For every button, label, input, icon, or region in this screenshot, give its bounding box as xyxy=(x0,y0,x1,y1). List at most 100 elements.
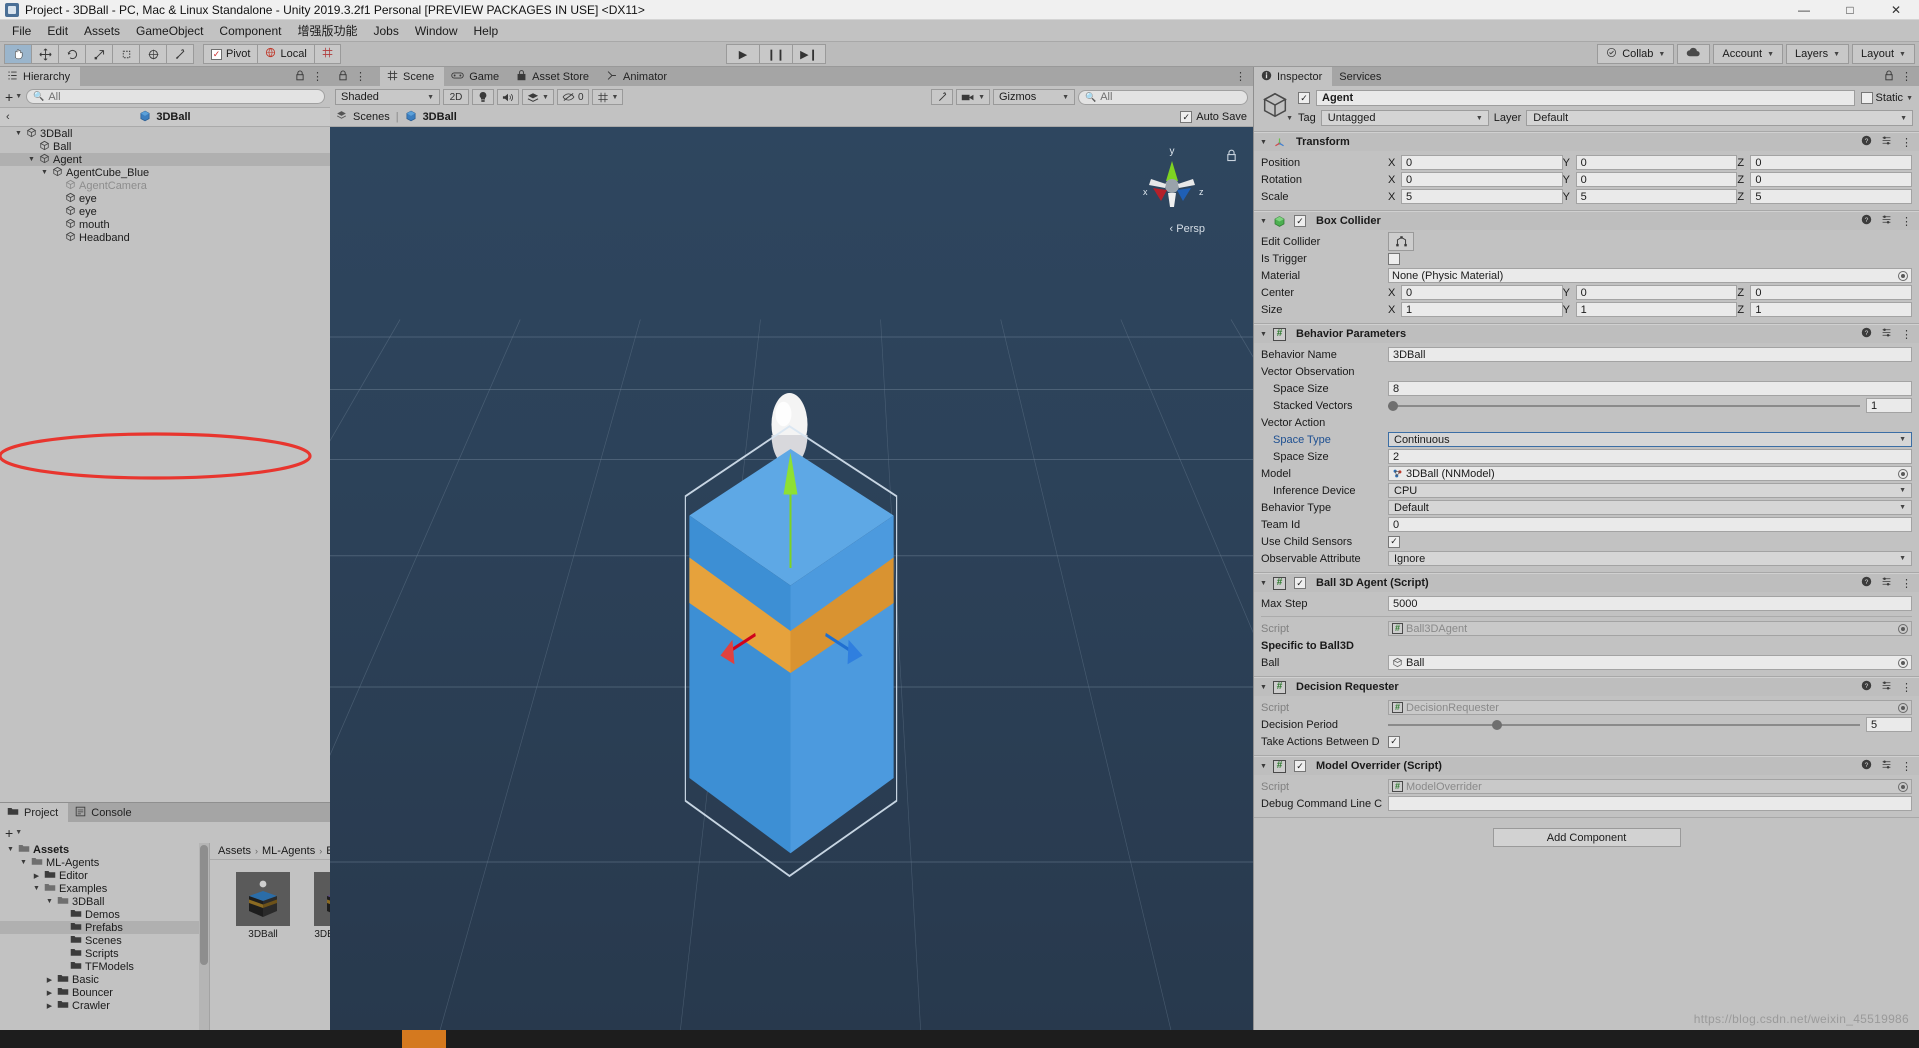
text-input[interactable]: 0 xyxy=(1388,517,1912,532)
expand-arrow-icon[interactable]: ▼ xyxy=(40,169,49,176)
hierarchy-item-mouth[interactable]: ▶mouth xyxy=(0,218,330,231)
help-icon[interactable]: ? xyxy=(1861,759,1872,773)
expand-arrow-icon[interactable]: ▶ xyxy=(45,976,54,984)
vector-input-x[interactable]: 0 xyxy=(1401,172,1563,187)
vector-input-z[interactable]: 1 xyxy=(1750,302,1912,317)
inspector-menu-icon[interactable]: ⋮ xyxy=(1901,70,1912,83)
project-folder-ml-agents[interactable]: ▼ML-Agents xyxy=(0,856,209,869)
text-input[interactable] xyxy=(1388,796,1912,811)
project-folder-demos[interactable]: ▶Demos xyxy=(0,908,209,921)
scene-lighting-button[interactable] xyxy=(472,89,494,105)
component-header[interactable]: ▼✓Box Collider?⋮ xyxy=(1254,211,1919,230)
pause-button[interactable]: ❙❙ xyxy=(759,44,793,64)
menu-window[interactable]: Window xyxy=(407,22,466,40)
vector-input-y[interactable]: 1 xyxy=(1576,302,1738,317)
project-folder-tfmodels[interactable]: ▶TFModels xyxy=(0,960,209,973)
scene-viewport[interactable]: y x z ‹ Persp xyxy=(330,127,1253,1030)
field-checkbox[interactable]: ✓ xyxy=(1388,536,1400,548)
scenes-label[interactable]: Scenes xyxy=(353,111,390,123)
edit-collider-button[interactable] xyxy=(1388,232,1414,251)
expand-arrow-icon[interactable]: ▼ xyxy=(27,156,36,163)
project-folder-scripts[interactable]: ▶Scripts xyxy=(0,947,209,960)
slider-field[interactable]: 1 xyxy=(1388,398,1912,413)
dropdown-field[interactable]: Ignore▼ xyxy=(1388,551,1912,566)
dropdown-field[interactable]: Default▼ xyxy=(1388,500,1912,515)
layer-dropdown[interactable]: Default ▼ xyxy=(1526,110,1913,126)
lock-icon[interactable] xyxy=(295,70,305,84)
expand-arrow-icon[interactable]: ▼ xyxy=(14,130,23,137)
tab-project[interactable]: Project xyxy=(0,803,68,822)
component-menu-icon[interactable]: ⋮ xyxy=(1901,681,1912,694)
tab-hierarchy[interactable]: Hierarchy xyxy=(0,67,80,86)
menu-enhanced[interactable]: 增强版功能 xyxy=(289,20,365,41)
static-toggle[interactable]: Static ▼ xyxy=(1861,92,1913,104)
hierarchy-item-3dball[interactable]: ▼3DBall xyxy=(0,127,330,140)
asset-item[interactable]: 3DBall xyxy=(232,872,294,940)
project-folder-editor[interactable]: ▶Editor xyxy=(0,869,209,882)
scene-camera-button[interactable]: ▼ xyxy=(956,89,990,105)
scene-hidden-objects-button[interactable]: 0 xyxy=(557,89,589,105)
vector-input-z[interactable]: 0 xyxy=(1750,172,1912,187)
grid-snap-toggle[interactable] xyxy=(314,44,341,64)
help-icon[interactable]: ? xyxy=(1861,135,1872,149)
menu-gameobject[interactable]: GameObject xyxy=(128,22,211,40)
scene-search-input[interactable]: 🔍 All xyxy=(1078,90,1248,105)
maximize-button[interactable]: □ xyxy=(1827,0,1873,19)
object-picker-icon[interactable] xyxy=(1898,271,1908,281)
pivot-toggle[interactable]: ✓ Pivot xyxy=(203,44,258,64)
project-folder-prefabs[interactable]: ▶Prefabs xyxy=(0,921,209,934)
object-name-input[interactable]: Agent xyxy=(1316,90,1855,106)
auto-save-checkbox[interactable]: ✓ xyxy=(1180,111,1192,123)
chevron-down-icon[interactable]: ▼ xyxy=(1286,115,1293,122)
component-menu-icon[interactable]: ⋮ xyxy=(1901,215,1912,228)
component-menu-icon[interactable]: ⋮ xyxy=(1901,136,1912,149)
scene-fx-button[interactable]: ▼ xyxy=(522,89,554,105)
expand-arrow-icon[interactable]: ▼ xyxy=(32,885,41,892)
vector-input-y[interactable]: 0 xyxy=(1576,172,1738,187)
menu-component[interactable]: Component xyxy=(211,22,289,40)
field-checkbox[interactable] xyxy=(1388,253,1400,265)
preset-icon[interactable] xyxy=(1881,576,1892,590)
component-header[interactable]: ▼Transform?⋮ xyxy=(1254,132,1919,151)
vector-input-x[interactable]: 5 xyxy=(1401,189,1563,204)
component-enabled-checkbox[interactable]: ✓ xyxy=(1294,577,1306,589)
object-field[interactable]: 3DBall (NNModel) xyxy=(1388,466,1912,481)
vector-input-y[interactable]: 0 xyxy=(1576,285,1738,300)
tab-services[interactable]: Services xyxy=(1332,67,1391,86)
move-tool-button[interactable] xyxy=(31,44,59,64)
tab-console[interactable]: Console xyxy=(68,803,141,822)
collapse-arrow-icon[interactable]: ▼ xyxy=(1259,218,1268,225)
local-toggle[interactable]: Local xyxy=(257,44,314,64)
scene-tool-extra-button[interactable] xyxy=(931,89,953,105)
object-picker-icon[interactable] xyxy=(1898,624,1908,634)
slider-track[interactable] xyxy=(1388,405,1860,407)
slider-value-input[interactable]: 5 xyxy=(1866,717,1912,732)
expand-arrow-icon[interactable]: ▶ xyxy=(45,989,54,997)
vector-input-z[interactable]: 0 xyxy=(1750,155,1912,170)
shading-mode-dropdown[interactable]: Shaded ▼ xyxy=(335,89,440,105)
menu-assets[interactable]: Assets xyxy=(76,22,128,40)
help-icon[interactable]: ? xyxy=(1861,576,1872,590)
project-tree-scrollbar[interactable] xyxy=(199,843,209,1030)
object-picker-icon[interactable] xyxy=(1898,469,1908,479)
preset-icon[interactable] xyxy=(1881,135,1892,149)
component-enabled-checkbox[interactable]: ✓ xyxy=(1294,760,1306,772)
collapse-arrow-icon[interactable]: ▼ xyxy=(1259,139,1268,146)
scene-audio-button[interactable] xyxy=(497,89,519,105)
object-field[interactable]: #Ball3DAgent xyxy=(1388,621,1912,636)
gizmos-dropdown[interactable]: Gizmos ▼ xyxy=(993,89,1075,105)
account-button[interactable]: Account ▼ xyxy=(1713,44,1783,64)
transform-tool-button[interactable] xyxy=(139,44,167,64)
add-component-button[interactable]: Add Component xyxy=(1493,828,1681,847)
text-input[interactable]: 2 xyxy=(1388,449,1912,464)
text-input[interactable]: 8 xyxy=(1388,381,1912,396)
dropdown-field[interactable]: Continuous▼ xyxy=(1388,432,1912,447)
vector-input-x[interactable]: 0 xyxy=(1401,155,1563,170)
inspector-lock-icon[interactable] xyxy=(1884,70,1894,84)
hierarchy-item-agentcube-blue[interactable]: ▼AgentCube_Blue xyxy=(0,166,330,179)
expand-arrow-icon[interactable]: ▼ xyxy=(45,898,54,905)
minimize-button[interactable]: — xyxy=(1781,0,1827,19)
taskbar-active-app[interactable] xyxy=(402,1030,446,1048)
project-folder-assets[interactable]: ▼Assets xyxy=(0,843,209,856)
step-button[interactable]: ▶❙ xyxy=(792,44,826,64)
